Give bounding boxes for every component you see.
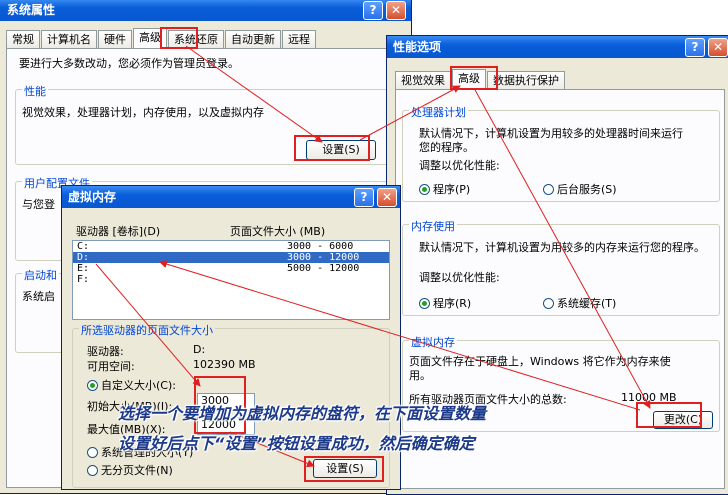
cpu-scheduling-group: 处理器计划 默认情况下，计算机设置为用较多的处理器时间来运行 您的程序。 调整以… bbox=[402, 104, 720, 202]
help-button[interactable]: ? bbox=[685, 38, 705, 57]
close-button[interactable]: ✕ bbox=[708, 38, 728, 57]
radio-icon[interactable] bbox=[419, 298, 430, 309]
custom-size-option[interactable]: 自定义大小(C): bbox=[87, 377, 176, 393]
memory-group-label: 内存使用 bbox=[409, 218, 457, 234]
performance-desc: 视觉效果，处理器计划，内存使用，以及虚拟内存 bbox=[22, 106, 264, 119]
cpu-option-programs[interactable]: 程序(P) bbox=[419, 181, 470, 197]
memory-option-programs[interactable]: 程序(R) bbox=[419, 295, 471, 311]
radio-icon[interactable] bbox=[87, 465, 98, 476]
drive-value: D: bbox=[193, 343, 206, 356]
drive-letter: E: bbox=[77, 263, 90, 274]
tab-computer-name[interactable]: 计算机名 bbox=[41, 30, 97, 48]
tab-remote[interactable]: 远程 bbox=[282, 30, 316, 48]
space-label: 可用空间: bbox=[87, 360, 135, 373]
radio-label: 无分页文件(N) bbox=[101, 464, 173, 477]
radio-icon[interactable] bbox=[543, 298, 554, 309]
tab-hardware[interactable]: 硬件 bbox=[98, 30, 132, 48]
title-bar[interactable]: 性能选项 bbox=[387, 36, 728, 58]
tab-visual-effects[interactable]: 视觉效果 bbox=[395, 71, 451, 89]
drive-letter: C: bbox=[77, 241, 90, 252]
selected-drive-group-label: 所选驱动器的页面文件大小 bbox=[79, 322, 215, 338]
drive-size: 5000 - 12000 bbox=[287, 263, 360, 274]
drive-label: 驱动器: bbox=[87, 345, 124, 358]
virtual-memory-group-label: 虚拟内存 bbox=[409, 334, 457, 350]
memory-usage-group: 内存使用 默认情况下，计算机设置为用较多的内存来运行您的程序。 调整以优化性能:… bbox=[402, 218, 720, 316]
tab-strip: 常规 计算机名 硬件 高级 系统还原 自动更新 远程 bbox=[6, 28, 317, 48]
tab-dep[interactable]: 数据执行保护 bbox=[487, 71, 565, 89]
radio-icon[interactable] bbox=[543, 184, 554, 195]
window-title: 系统属性 bbox=[7, 3, 56, 17]
user-profile-desc: 与您登 bbox=[22, 198, 55, 211]
window-title: 性能选项 bbox=[393, 40, 442, 54]
tab-strip: 视觉效果 高级 数据执行保护 bbox=[395, 69, 566, 89]
tab-system-restore[interactable]: 系统还原 bbox=[168, 30, 224, 48]
performance-settings-button[interactable]: 设置(S) bbox=[306, 140, 376, 160]
drive-letter: D: bbox=[77, 252, 90, 263]
performance-options-window: 性能选项 ? ✕ 视觉效果 高级 数据执行保护 处理器计划 默认情况下，计算机设… bbox=[386, 35, 728, 495]
title-bar[interactable]: 系统属性 bbox=[0, 0, 411, 21]
performance-group: 性能 视觉效果，处理器计划，内存使用，以及虚拟内存 设置(S) bbox=[15, 83, 389, 165]
space-value: 102390 MB bbox=[193, 358, 256, 371]
drive-list[interactable]: C: 3000 - 6000 D: 3000 - 12000 E: 5000 - 12… bbox=[72, 240, 390, 320]
cpu-option-background[interactable]: 后台服务(S) bbox=[543, 181, 617, 197]
set-button[interactable]: 设置(S) bbox=[313, 459, 377, 478]
radio-label: 程序(P) bbox=[433, 183, 471, 196]
tab-auto-update[interactable]: 自动更新 bbox=[225, 30, 281, 48]
cpu-desc-line2: 您的程序。 bbox=[419, 141, 474, 154]
advanced-tab-page: 处理器计划 默认情况下，计算机设置为用较多的处理器时间来运行 您的程序。 调整以… bbox=[395, 89, 725, 489]
radio-icon[interactable] bbox=[87, 380, 98, 391]
radio-icon[interactable] bbox=[87, 447, 98, 458]
startup-group-label: 启动和 bbox=[22, 267, 59, 283]
annotation-line-1: 选择一个要增加为虚拟内存的盘符，在下面设置数量 bbox=[118, 404, 487, 423]
cpu-group-label: 处理器计划 bbox=[409, 104, 468, 120]
help-button[interactable]: ? bbox=[354, 188, 374, 207]
startup-desc: 系统启 bbox=[22, 290, 55, 303]
memory-option-cache[interactable]: 系统缓存(T) bbox=[543, 295, 616, 311]
drive-row-selected[interactable]: D: 3000 - 12000 bbox=[73, 252, 389, 263]
help-button[interactable]: ? bbox=[363, 1, 383, 20]
annotation-line-2: 设置好后点下“设置”按钮设置成功，然后确定确定 bbox=[118, 434, 475, 453]
change-button[interactable]: 更改(C) bbox=[653, 411, 713, 429]
drive-size: 3000 - 6000 bbox=[287, 241, 354, 252]
close-button[interactable]: ✕ bbox=[377, 188, 397, 207]
memory-desc: 默认情况下，计算机设置为用较多的内存来运行您的程序。 bbox=[419, 241, 705, 254]
drive-size: 3000 - 12000 bbox=[287, 252, 360, 263]
memory-adjust-label: 调整以优化性能: bbox=[419, 271, 500, 284]
drive-row[interactable]: C: 3000 - 6000 bbox=[73, 241, 389, 252]
radio-label: 后台服务(S) bbox=[557, 183, 617, 196]
title-bar[interactable]: 虚拟内存 bbox=[62, 186, 400, 208]
radio-icon[interactable] bbox=[419, 184, 430, 195]
vm-desc-line2: 用。 bbox=[409, 369, 431, 382]
tab-advanced[interactable]: 高级 bbox=[133, 28, 167, 48]
drive-letter: F: bbox=[77, 274, 90, 285]
performance-group-label: 性能 bbox=[22, 83, 48, 99]
close-button[interactable]: ✕ bbox=[386, 1, 406, 20]
tab-advanced[interactable]: 高级 bbox=[452, 69, 486, 89]
radio-label: 程序(R) bbox=[433, 297, 472, 310]
radio-label: 自定义大小(C): bbox=[101, 379, 176, 392]
tab-general[interactable]: 常规 bbox=[6, 30, 40, 48]
vm-desc-line1: 页面文件存在于硬盘上，Windows 将它作为内存来使 bbox=[409, 355, 671, 368]
no-paging-option[interactable]: 无分页文件(N) bbox=[87, 462, 173, 478]
window-title: 虚拟内存 bbox=[68, 190, 117, 204]
drive-column-header: 驱动器 [卷标](D) bbox=[76, 225, 161, 238]
admin-note: 要进行大多数改动，您必须作为管理员登录。 bbox=[19, 57, 239, 70]
radio-label: 系统缓存(T) bbox=[557, 297, 617, 310]
vm-total-value: 11000 MB bbox=[621, 391, 677, 404]
size-column-header: 页面文件大小 (MB) bbox=[230, 225, 326, 238]
drive-row[interactable]: F: bbox=[73, 274, 389, 285]
drive-row[interactable]: E: 5000 - 12000 bbox=[73, 263, 389, 274]
cpu-adjust-label: 调整以优化性能: bbox=[419, 159, 500, 172]
